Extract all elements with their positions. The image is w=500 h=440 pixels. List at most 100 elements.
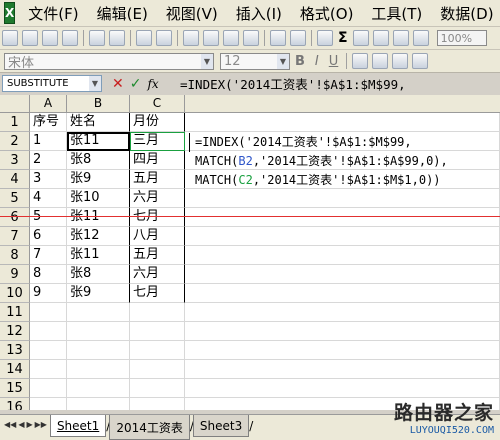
- last-sheet-icon[interactable]: ▶▶: [35, 420, 47, 429]
- menu-view[interactable]: 视图(V): [157, 3, 227, 24]
- prev-sheet-icon[interactable]: ◀: [18, 420, 24, 429]
- autosum-icon[interactable]: Σ: [338, 30, 348, 46]
- tab-2014-salary[interactable]: 2014工资表: [109, 415, 190, 440]
- table-cell[interactable]: [185, 189, 500, 208]
- row-header[interactable]: 14: [0, 360, 30, 379]
- table-cell[interactable]: 七月: [130, 208, 185, 227]
- copy-icon[interactable]: [203, 30, 219, 46]
- table-cell[interactable]: [30, 322, 67, 341]
- table-cell[interactable]: 张8: [67, 151, 130, 170]
- table-cell[interactable]: 4: [30, 189, 67, 208]
- chevron-down-icon[interactable]: ▼: [201, 53, 213, 69]
- table-cell[interactable]: 3: [30, 170, 67, 189]
- table-cell[interactable]: 六月: [130, 189, 185, 208]
- save-icon[interactable]: [42, 30, 58, 46]
- redo-icon[interactable]: [290, 30, 306, 46]
- table-cell[interactable]: [130, 398, 185, 410]
- in-cell-formula[interactable]: =INDEX('2014工资表'!$A$1:$M$99, MATCH(B2,'2…: [195, 133, 448, 190]
- chevron-down-icon[interactable]: ▼: [277, 53, 289, 69]
- font-name-select[interactable]: 宋体 ▼: [4, 52, 214, 71]
- table-cell[interactable]: [185, 208, 500, 227]
- menu-insert[interactable]: 插入(I): [227, 3, 291, 24]
- zoom-select[interactable]: 100%: [436, 30, 487, 46]
- row-header[interactable]: 6: [0, 208, 30, 227]
- underline-button[interactable]: U: [329, 54, 339, 69]
- new-file-icon[interactable]: [2, 30, 18, 46]
- row-header[interactable]: 9: [0, 265, 30, 284]
- spelling-icon[interactable]: [136, 30, 152, 46]
- research-icon[interactable]: [156, 30, 172, 46]
- tab-sheet3[interactable]: Sheet3: [192, 415, 250, 437]
- table-cell[interactable]: [30, 303, 67, 322]
- table-cell[interactable]: 五月: [130, 170, 185, 189]
- table-cell[interactable]: 八月: [130, 227, 185, 246]
- table-cell[interactable]: 张9: [67, 284, 130, 303]
- table-cell[interactable]: 9: [30, 284, 67, 303]
- open-folder-icon[interactable]: [22, 30, 38, 46]
- table-cell[interactable]: [130, 322, 185, 341]
- table-cell[interactable]: [185, 113, 500, 132]
- table-cell[interactable]: 六月: [130, 265, 185, 284]
- row-header[interactable]: 7: [0, 227, 30, 246]
- excel-app-icon[interactable]: X: [4, 2, 16, 24]
- permission-icon[interactable]: [62, 30, 78, 46]
- name-box[interactable]: SUBSTITUTE ▼: [2, 75, 102, 92]
- table-cell[interactable]: 张9: [67, 170, 130, 189]
- table-cell[interactable]: [67, 322, 130, 341]
- table-cell[interactable]: [185, 360, 500, 379]
- select-all-corner[interactable]: [0, 95, 30, 113]
- table-cell[interactable]: [130, 360, 185, 379]
- row-header[interactable]: 2: [0, 132, 30, 151]
- table-cell[interactable]: 张11: [67, 132, 130, 151]
- insert-function-icon[interactable]: fx: [147, 77, 158, 91]
- italic-button[interactable]: I: [315, 54, 319, 69]
- paste-icon[interactable]: [223, 30, 239, 46]
- table-cell[interactable]: [130, 379, 185, 398]
- table-cell[interactable]: [67, 303, 130, 322]
- menu-edit[interactable]: 编辑(E): [88, 3, 157, 24]
- cancel-icon[interactable]: ✕: [112, 76, 124, 92]
- drawing-icon[interactable]: [412, 30, 429, 46]
- table-cell[interactable]: [130, 341, 185, 360]
- sort-descending-icon[interactable]: [372, 30, 389, 46]
- print-icon[interactable]: [89, 30, 105, 46]
- table-cell[interactable]: [185, 322, 500, 341]
- bold-button[interactable]: B: [295, 54, 305, 69]
- tab-sheet1[interactable]: Sheet1: [49, 415, 107, 437]
- table-cell[interactable]: 张11: [67, 246, 130, 265]
- undo-icon[interactable]: [270, 30, 286, 46]
- hyperlink-icon[interactable]: [317, 30, 333, 46]
- row-header[interactable]: 12: [0, 322, 30, 341]
- font-size-select[interactable]: 12 ▼: [220, 52, 290, 70]
- table-cell[interactable]: [30, 341, 67, 360]
- row-header[interactable]: 13: [0, 341, 30, 360]
- table-cell[interactable]: [185, 303, 500, 322]
- row-header[interactable]: 15: [0, 379, 30, 398]
- menu-format[interactable]: 格式(O): [291, 3, 363, 24]
- menu-data[interactable]: 数据(D): [431, 3, 500, 24]
- chevron-down-icon[interactable]: ▼: [89, 76, 101, 91]
- row-header[interactable]: 11: [0, 303, 30, 322]
- table-cell[interactable]: [185, 227, 500, 246]
- table-cell[interactable]: [185, 284, 500, 303]
- row-header[interactable]: 5: [0, 189, 30, 208]
- sort-ascending-icon[interactable]: [352, 30, 369, 46]
- table-cell[interactable]: [67, 398, 130, 410]
- merge-center-icon[interactable]: [412, 53, 429, 69]
- table-cell[interactable]: 五月: [130, 246, 185, 265]
- table-cell[interactable]: [130, 303, 185, 322]
- menu-file[interactable]: 文件(F): [19, 3, 87, 24]
- table-cell[interactable]: [185, 265, 500, 284]
- first-sheet-icon[interactable]: ◀◀: [4, 420, 16, 429]
- next-sheet-icon[interactable]: ▶: [26, 420, 32, 429]
- row-header[interactable]: 8: [0, 246, 30, 265]
- table-cell[interactable]: 七月: [130, 284, 185, 303]
- table-cell[interactable]: 张8: [67, 265, 130, 284]
- table-cell[interactable]: [185, 341, 500, 360]
- table-cell[interactable]: 5: [30, 208, 67, 227]
- table-cell[interactable]: 8: [30, 265, 67, 284]
- table-cell[interactable]: [185, 379, 500, 398]
- column-header-b[interactable]: B: [67, 95, 130, 113]
- table-cell[interactable]: [30, 379, 67, 398]
- table-cell[interactable]: [67, 360, 130, 379]
